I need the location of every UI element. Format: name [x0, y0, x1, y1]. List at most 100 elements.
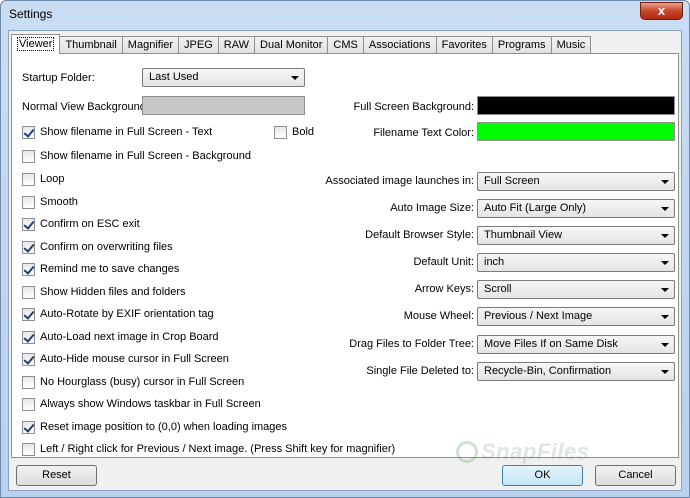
tab-associations[interactable]: Associations	[362, 36, 437, 54]
startup-folder-label: Startup Folder:	[22, 72, 95, 84]
option-checkbox[interactable]	[22, 240, 35, 254]
setting-label: Auto Image Size:	[390, 202, 474, 214]
setting-select[interactable]: Move Files If on Same Disk	[477, 335, 675, 354]
chevron-down-icon	[661, 343, 669, 347]
setting-label: Mouse Wheel:	[403, 310, 474, 322]
reset-button[interactable]: Reset	[16, 465, 97, 486]
option-checkbox-row[interactable]: Remind me to save changes	[22, 262, 179, 276]
option-checkbox-row[interactable]: Reset image position to (0,0) when loadi…	[22, 420, 287, 434]
tab-music[interactable]: Music	[550, 36, 592, 54]
dialog-client-area: Viewer Thumbnail Magnifier JPEG RAW Dual…	[8, 30, 682, 491]
filename-text-color-swatch[interactable]	[477, 122, 675, 141]
snapfiles-watermark: SnapFiles	[481, 439, 590, 464]
tab-jpeg[interactable]: JPEG	[178, 36, 219, 54]
setting-select-value: Scroll	[484, 283, 512, 295]
setting-select-value: Recycle-Bin, Confirmation	[484, 365, 612, 377]
setting-select-value: Auto Fit (Large Only)	[484, 202, 587, 214]
chevron-down-icon	[661, 261, 669, 265]
setting-select[interactable]: Full Screen	[477, 172, 675, 191]
bold-checkbox[interactable]	[274, 125, 287, 139]
tab-cms[interactable]: CMS	[327, 36, 364, 54]
option-checkbox-row[interactable]: No Hourglass (busy) cursor in Full Scree…	[22, 375, 244, 389]
tab-viewer[interactable]: Viewer	[11, 34, 61, 54]
option-checkbox-label: Remind me to save changes	[40, 263, 180, 275]
option-checkbox[interactable]	[22, 195, 35, 209]
option-checkbox[interactable]	[22, 172, 35, 186]
option-checkbox-row[interactable]: Show filename in Full Screen - Backgroun…	[22, 149, 251, 163]
option-checkbox-row[interactable]: Confirm on overwriting files	[22, 240, 173, 254]
option-checkbox[interactable]	[22, 397, 35, 411]
setting-select-value: inch	[484, 256, 505, 268]
option-checkbox-row[interactable]: Show Hidden files and folders	[22, 285, 186, 299]
ok-button[interactable]: OK	[502, 465, 583, 486]
setting-label: Single File Deleted to:	[366, 365, 474, 377]
chevron-down-icon	[661, 180, 669, 184]
option-checkbox-row[interactable]: Auto-Hide mouse cursor in Full Screen	[22, 352, 229, 366]
bold-checkbox-row[interactable]: Bold	[274, 125, 314, 139]
option-checkbox-label: Auto-Hide mouse cursor in Full Screen	[40, 353, 229, 365]
option-checkbox-row[interactable]: Loop	[22, 172, 64, 186]
setting-select-value: Move Files If on Same Disk	[484, 338, 618, 350]
full-screen-background-swatch[interactable]	[477, 96, 675, 115]
option-checkbox-label: Show filename in Full Screen - Text	[40, 126, 213, 138]
setting-label: Associated image launches in:	[325, 175, 474, 187]
option-checkbox-label: Smooth	[40, 196, 78, 208]
option-checkbox[interactable]	[22, 285, 35, 299]
option-checkbox-label: Always show Windows taskbar in Full Scre…	[40, 398, 261, 410]
option-checkbox-row[interactable]: Auto-Load next image in Crop Board	[22, 330, 219, 344]
option-checkbox-label: Confirm on ESC exit	[40, 218, 140, 230]
tab-dual-monitor[interactable]: Dual Monitor	[254, 36, 329, 54]
option-checkbox[interactable]	[22, 442, 35, 456]
setting-select[interactable]: Auto Fit (Large Only)	[477, 199, 675, 218]
option-checkbox-label: Reset image position to (0,0) when loadi…	[40, 421, 288, 433]
option-checkbox[interactable]	[22, 262, 35, 276]
window-title: Settings	[9, 7, 53, 21]
option-checkbox[interactable]	[22, 420, 35, 434]
option-checkbox[interactable]	[22, 125, 35, 139]
option-checkbox-row[interactable]: Always show Windows taskbar in Full Scre…	[22, 397, 261, 411]
setting-label: Drag Files to Folder Tree:	[349, 338, 474, 350]
option-checkbox[interactable]	[22, 217, 35, 231]
setting-select[interactable]: Thumbnail View	[477, 226, 675, 245]
option-checkbox-label: Loop	[40, 173, 65, 185]
chevron-down-icon	[661, 288, 669, 292]
tab-raw[interactable]: RAW	[217, 36, 256, 54]
option-checkbox-row[interactable]: Smooth	[22, 195, 78, 209]
option-checkbox-label: No Hourglass (busy) cursor in Full Scree…	[40, 376, 245, 388]
tab-programs[interactable]: Programs	[491, 36, 552, 54]
setting-label: Default Unit:	[413, 256, 474, 268]
option-checkbox-row[interactable]: Show filename in Full Screen - Text	[22, 125, 212, 139]
normal-view-background-label: Normal View Background:	[22, 101, 149, 113]
normal-view-background-swatch[interactable]	[142, 96, 305, 115]
tab-thumbnail[interactable]: Thumbnail	[59, 36, 123, 54]
title-bar[interactable]: Settings x	[1, 1, 689, 29]
setting-select[interactable]: inch	[477, 253, 675, 272]
setting-select[interactable]: Previous / Next Image	[477, 307, 675, 326]
startup-folder-value: Last Used	[149, 71, 199, 83]
filename-text-color-label: Filename Text Color:	[373, 127, 474, 139]
option-checkbox-row[interactable]: Auto-Rotate by EXIF orientation tag	[22, 307, 214, 321]
setting-select[interactable]: Scroll	[477, 280, 675, 299]
option-checkbox[interactable]	[22, 149, 35, 163]
viewer-panel: Startup Folder: Last Used Normal View Ba…	[11, 53, 679, 458]
close-button[interactable]: x	[640, 2, 683, 20]
option-checkbox[interactable]	[22, 307, 35, 321]
tab-magnifier[interactable]: Magnifier	[121, 36, 180, 54]
option-checkbox-row[interactable]: Left / Right click for Previous / Next i…	[22, 442, 395, 456]
option-checkbox[interactable]	[22, 330, 35, 344]
option-checkbox-label: Auto-Rotate by EXIF orientation tag	[40, 308, 214, 320]
option-checkbox-label: Left / Right click for Previous / Next i…	[40, 443, 396, 455]
option-checkbox[interactable]	[22, 375, 35, 389]
option-checkbox-row[interactable]: Confirm on ESC exit	[22, 217, 140, 231]
option-checkbox-label: Show Hidden files and folders	[40, 286, 186, 298]
full-screen-background-label: Full Screen Background:	[353, 101, 474, 113]
option-checkbox[interactable]	[22, 352, 35, 366]
tab-strip: Viewer Thumbnail Magnifier JPEG RAW Dual…	[11, 34, 592, 54]
setting-label: Arrow Keys:	[414, 283, 474, 295]
chevron-down-icon	[661, 207, 669, 211]
option-checkbox-label: Auto-Load next image in Crop Board	[40, 331, 219, 343]
cancel-button[interactable]: Cancel	[595, 465, 676, 486]
tab-favorites[interactable]: Favorites	[435, 36, 493, 54]
startup-folder-select[interactable]: Last Used	[142, 68, 305, 87]
setting-select[interactable]: Recycle-Bin, Confirmation	[477, 362, 675, 381]
